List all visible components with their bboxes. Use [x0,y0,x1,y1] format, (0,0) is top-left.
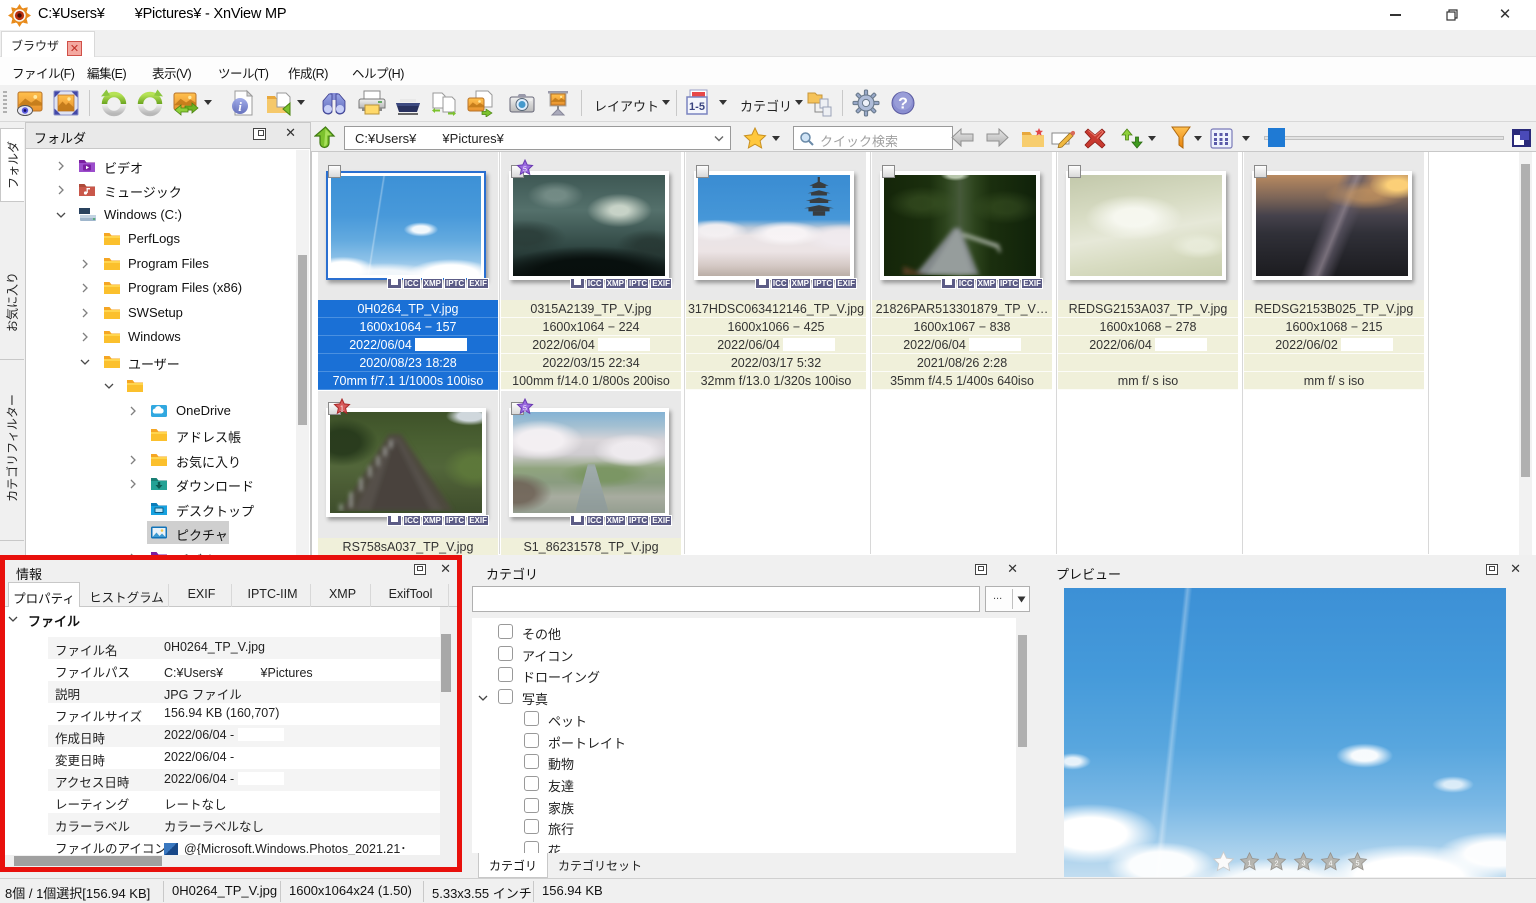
svg-text:3: 3 [1302,859,1306,868]
svg-text:5: 5 [523,167,527,174]
svg-text:1: 1 [340,406,344,413]
svg-text:2: 2 [1275,859,1279,868]
svg-text:?: ? [898,96,908,113]
svg-text:5: 5 [1356,859,1360,868]
svg-text:1: 1 [1248,859,1252,868]
svg-text:5: 5 [523,406,527,413]
svg-text:i: i [238,99,242,114]
svg-text:1-5: 1-5 [689,101,705,113]
svg-text:4: 4 [1329,859,1333,868]
